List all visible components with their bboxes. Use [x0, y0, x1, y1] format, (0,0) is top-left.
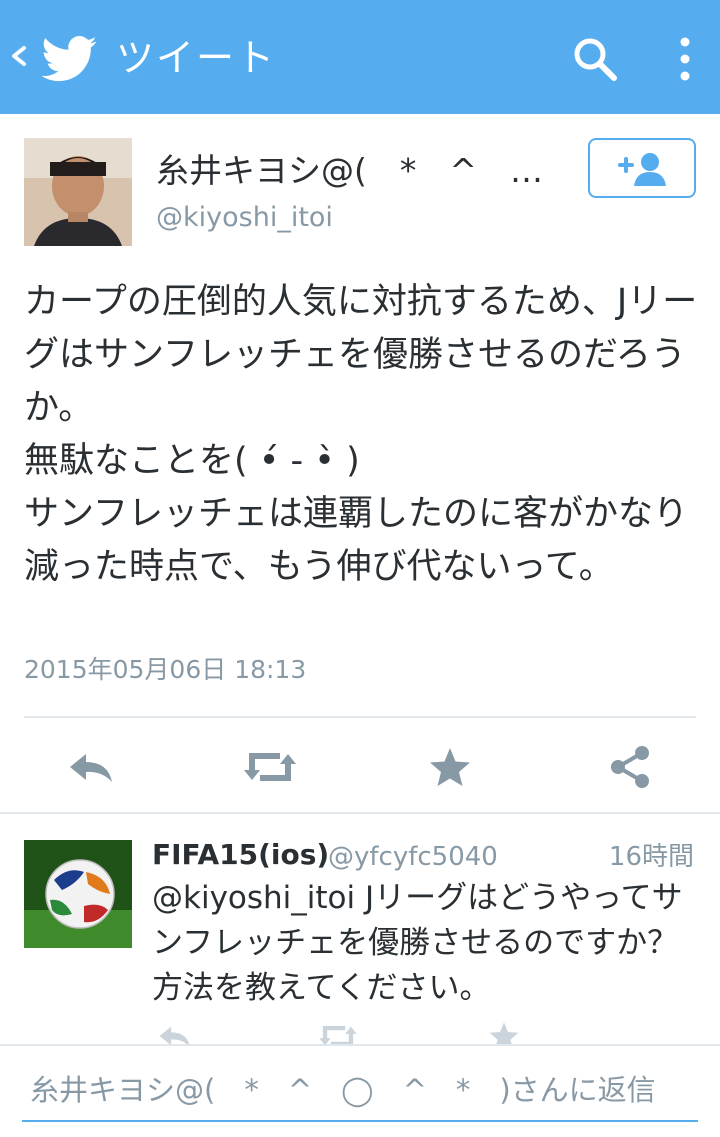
tweet-text: カープの圧倒的人気に対抗するため、Jリーグはサンフレッチェを優勝させるのだろうか…: [24, 282, 698, 587]
favorite-icon[interactable]: [482, 1018, 526, 1044]
reply-tweet[interactable]: FIFA15(ios) @yfcyfc5040 16時間 @kiyoshi_it…: [0, 814, 720, 1044]
share-icon[interactable]: [600, 742, 660, 792]
reply-time: 16時間: [608, 842, 694, 872]
retweet-icon[interactable]: [316, 1018, 360, 1044]
add-user-icon: [618, 153, 666, 186]
tweet-detail: 糸井キヨシ@( * ^ … @kiyoshi_itoi カープの圧倒的人気に対抗…: [0, 114, 720, 814]
tweet-timestamp: 2015年05月06日 18:13: [24, 655, 307, 684]
reply-author-handle[interactable]: @yfcyfc5040: [328, 838, 498, 876]
reply-icon[interactable]: [60, 742, 120, 792]
twitter-bird-icon: [41, 36, 97, 82]
reply-input[interactable]: 糸井キヨシ@( * ^ ◯ ^ * )さんに返信: [22, 1064, 698, 1122]
reply-icon[interactable]: [152, 1018, 196, 1044]
author-handle[interactable]: @kiyoshi_itoi: [156, 200, 333, 236]
reply-text: @kiyoshi_itoi Jリーグはどうやってサンフレッチェを優勝させるのです…: [152, 880, 683, 1006]
retweet-icon[interactable]: [240, 742, 300, 792]
page-title: ツイート: [116, 36, 277, 80]
avatar-photo: [24, 138, 132, 246]
reply-author-name[interactable]: FIFA15(ios): [152, 836, 329, 874]
favorite-icon[interactable]: [420, 742, 480, 792]
chevron-left-icon[interactable]: [8, 38, 28, 74]
divider: [24, 716, 696, 718]
more-vertical-icon[interactable]: [672, 36, 698, 82]
follow-button[interactable]: [588, 138, 696, 198]
avatar[interactable]: [24, 138, 132, 246]
search-icon[interactable]: [572, 36, 618, 82]
reply-composer: 糸井キヨシ@( * ^ ◯ ^ * )さんに返信: [0, 1044, 720, 1137]
author-name[interactable]: 糸井キヨシ@( * ^ …: [156, 150, 556, 192]
top-app-bar: ツイート: [0, 0, 720, 114]
avatar[interactable]: [24, 840, 132, 948]
avatar-photo: [24, 840, 132, 948]
